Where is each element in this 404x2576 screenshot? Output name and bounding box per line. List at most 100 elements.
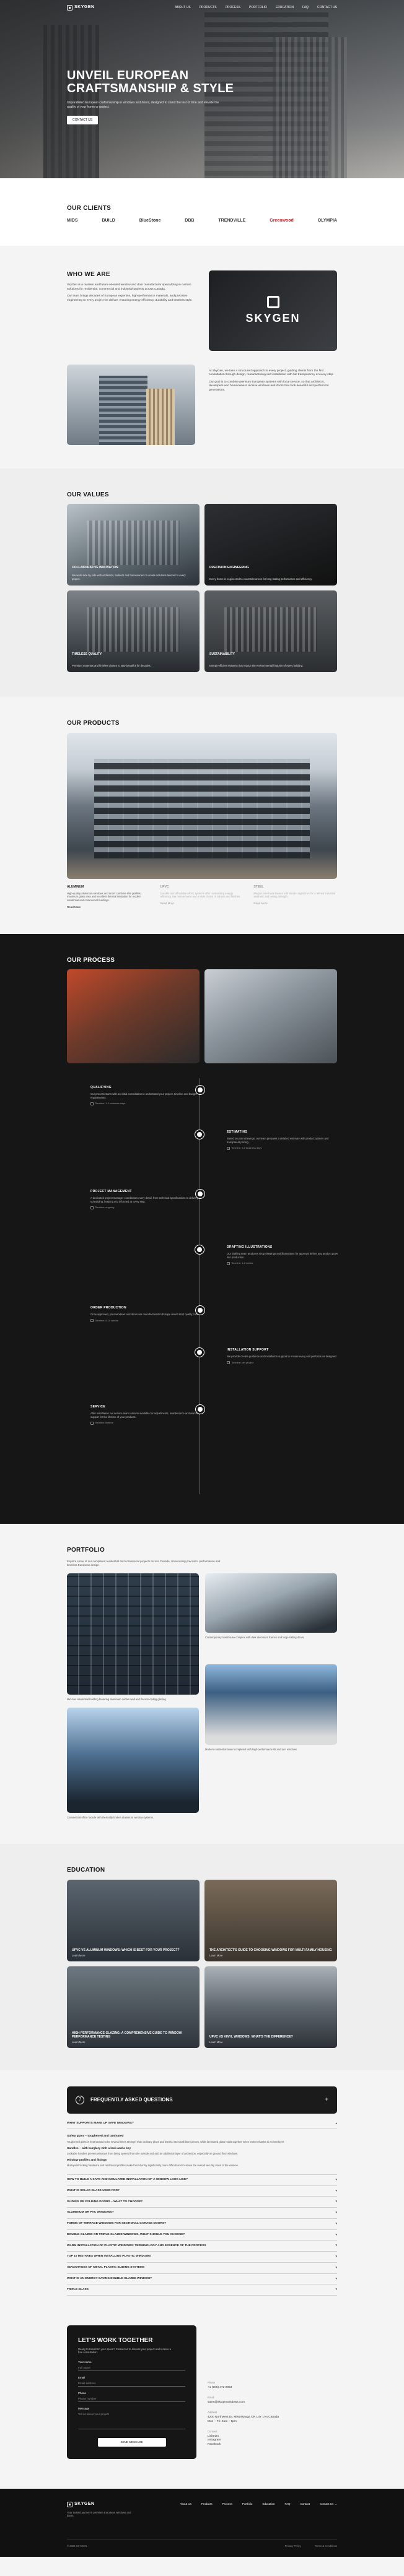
faq-question[interactable]: ALUMINIUM OR PVC WINDOWS? ▾ — [67, 2208, 337, 2219]
timeline-step: DRAFTING ILLUSTRATIONS Our drafting team… — [195, 1245, 338, 1265]
footer-link[interactable]: Process — [222, 2502, 232, 2506]
logo-icon — [67, 2501, 72, 2507]
faq-answer-heading: Handles – with burglary with a lock and … — [67, 2146, 131, 2150]
footer-link[interactable]: Contact — [300, 2502, 310, 2506]
process-section: OUR PROCESS QUALIFYING Our process start… — [0, 933, 404, 1524]
faq-question[interactable]: WHAT IS SOLAR GLASS USED FOR? ▾ — [67, 2186, 337, 2197]
faq-question[interactable]: ADVANTAGES OF METAL PLASTIC SLIDING SYST… — [67, 2263, 337, 2274]
message-field[interactable]: Tell us about your project — [78, 2411, 185, 2430]
brand-mark-icon — [266, 295, 279, 308]
copyright: © 2024 SKYGEN — [67, 2544, 87, 2548]
nav-item-products[interactable]: PRODUCTS — [200, 6, 217, 10]
who-paragraph: SkyGen is a modern and future-oriented w… — [67, 283, 191, 291]
values-section: OUR VALUES COLLABORATIVE INNOVATION We w… — [0, 468, 404, 698]
contact-phone[interactable]: +1 (905) 472 9953 — [208, 2386, 337, 2390]
step-text: Our drafting team produces shop drawings… — [227, 1252, 338, 1259]
footer-contact-link[interactable]: Contact Us → — [320, 2502, 337, 2506]
product-tab-steel[interactable]: STEEL Elegant steel-look frames with sle… — [253, 885, 337, 909]
faq-question[interactable]: WARM INSTALLATION OF PLASTIC WINDOWS: TE… — [67, 2241, 337, 2252]
education-learn-more[interactable]: Learn More — [209, 1954, 222, 1958]
email-field[interactable]: Email address — [78, 2380, 185, 2387]
product-read-more[interactable]: Read More — [67, 905, 151, 909]
step-text: Once approved, your windows and doors ar… — [90, 1313, 202, 1316]
hero-contact-button[interactable]: CONTACT US — [67, 115, 99, 125]
chevron-up-icon: ▴ — [335, 2121, 337, 2125]
privacy-link[interactable]: Privacy Policy — [285, 2544, 301, 2548]
education-card[interactable]: HIGH PERFORMANCE GLAZING: A COMPREHENSIV… — [67, 1966, 200, 2048]
send-message-button[interactable]: SEND MESSAGE — [97, 2438, 166, 2447]
faq-header[interactable]: ? FREQUENTLY ASKED QUESTIONS + — [67, 2086, 337, 2114]
step-title: PROJECT MANAGEMENT — [90, 1190, 132, 1194]
education-card[interactable]: THE ARCHITECT'S GUIDE TO CHOOSING WINDOW… — [204, 1879, 337, 1961]
logo-icon — [67, 4, 72, 11]
faq-question-open[interactable]: WHAT SUPPORTS MAKE UP SAFE WINDOWS? ▴ — [67, 2119, 337, 2130]
value-card[interactable]: PRECISION ENGINEERING Every frame is eng… — [204, 504, 337, 586]
name-field[interactable]: Full name — [78, 2364, 185, 2372]
product-name: ALUMINUM — [67, 884, 84, 889]
footer-link[interactable]: About Us — [180, 2502, 191, 2506]
faq-question[interactable]: TOP 10 MISTAKES WHEN INSTALLING PLASTIC … — [67, 2252, 337, 2263]
faq-question[interactable]: DOUBLE-GLAZED OR TRIPLE-GLAZED WINDOWS, … — [67, 2230, 337, 2241]
nav-item-contact[interactable]: CONTACT US — [317, 6, 337, 10]
nav-item-portfolio[interactable]: PORTFOLIO — [249, 6, 267, 10]
social-link-facebook[interactable]: Facebook — [208, 2443, 337, 2447]
portfolio-photo[interactable] — [67, 1573, 199, 1695]
faq-question[interactable]: WHAT IS AN ENERGY-SAVING DOUBLE-GLAZED W… — [67, 2274, 337, 2285]
logo[interactable]: SKYGEN — [67, 4, 95, 11]
who-building-photo — [67, 364, 195, 445]
value-card[interactable]: SUSTAINABILITY Energy-efficient systems … — [204, 590, 337, 673]
footer-logo[interactable]: SKYGEN — [67, 2501, 135, 2507]
education-title: EDUCATION — [67, 1867, 105, 1874]
education-card[interactable]: UPVC VS ALUMINUM WINDOWS: WHICH IS BEST … — [67, 1879, 200, 1961]
product-tab-aluminum[interactable]: ALUMINUM High-quality aluminum windows a… — [67, 885, 151, 909]
faq-answer-text: Multi-point locking hardware and reinfor… — [67, 2164, 239, 2168]
portfolio-title: PORTFOLIO — [67, 1547, 105, 1554]
education-section: EDUCATION UPVC VS ALUMINUM WINDOWS: WHIC… — [0, 1844, 404, 2070]
who-paragraph: Our goal is to combine premium European … — [209, 380, 329, 392]
terms-link[interactable]: Terms & Conditions — [315, 2544, 337, 2548]
value-label: COLLABORATIVE INNOVATION — [72, 565, 118, 569]
footer-link[interactable]: Portfolio — [242, 2502, 253, 2506]
contact-email[interactable]: sales@skygenwindows.com — [208, 2401, 337, 2405]
product-read-more[interactable]: Read More — [160, 902, 244, 905]
question-icon: ? — [76, 2095, 84, 2104]
faq-answer-heading: Safety glass – toughened and laminated — [67, 2135, 124, 2138]
footer-link[interactable]: Education — [262, 2502, 274, 2506]
product-read-more[interactable]: Read More — [253, 902, 337, 905]
timeline-step: QUALIFYING Our process starts with an in… — [90, 1086, 204, 1105]
clients-title: OUR CLIENTS — [67, 205, 112, 212]
footer-link[interactable]: FAQ — [284, 2502, 290, 2506]
calendar-icon — [227, 1361, 230, 1365]
phone-field[interactable]: Phone number — [78, 2395, 185, 2403]
faq-answer: Safety glass – toughened and laminated T… — [67, 2129, 337, 2175]
portfolio-caption: Contemporary townhouse complex with dark… — [205, 1635, 305, 1639]
education-learn-more[interactable]: Learn More — [209, 2041, 222, 2044]
product-tab-upvc[interactable]: UPVC Durable and affordable uPVC systems… — [160, 885, 244, 909]
faq-question-text: DOUBLE-GLAZED OR TRIPLE-GLAZED WINDOWS, … — [67, 2232, 185, 2236]
portfolio-photo[interactable] — [205, 1573, 337, 1633]
step-timeline: Timeline: ongoing — [95, 1206, 115, 1209]
faq-question[interactable]: SLIDING OR FOLDING DOORS – WHAT TO CHOOS… — [67, 2197, 337, 2208]
portfolio-photo[interactable] — [205, 1664, 337, 1745]
footer-link[interactable]: Products — [201, 2502, 213, 2506]
nav-item-faq[interactable]: FAQ — [302, 6, 309, 10]
chevron-down-icon: ▾ — [335, 2189, 337, 2193]
nav-item-education[interactable]: EDUCATION — [276, 6, 294, 10]
portfolio-photo[interactable] — [67, 1707, 199, 1813]
value-card[interactable]: TIMELESS QUALITY Premium materials and f… — [67, 590, 200, 673]
timeline-step: PROJECT MANAGEMENT A dedicated project m… — [90, 1190, 204, 1209]
value-card[interactable]: COLLABORATIVE INNOVATION We work side by… — [67, 504, 200, 586]
faq-question[interactable]: FORMS OF TERRACE WINDOWS FOR SECTIONAL G… — [67, 2219, 337, 2230]
education-learn-more[interactable]: Learn More — [72, 1954, 85, 1958]
education-card[interactable]: UPVC VS VINYL WINDOWS: WHAT'S THE DIFFER… — [204, 1966, 337, 2048]
faq-question[interactable]: TRIPLE GLASS ▾ — [67, 2284, 337, 2296]
nav-item-about[interactable]: ABOUT US — [175, 6, 190, 10]
faq-title: FREQUENTLY ASKED QUESTIONS — [90, 2097, 173, 2103]
calendar-icon — [90, 1206, 94, 1209]
calendar-icon — [90, 1319, 94, 1323]
plus-icon[interactable]: + — [325, 2096, 328, 2104]
step-timeline: Timeline: 6-10 weeks — [95, 1318, 118, 1322]
nav-item-process[interactable]: PROCESS — [226, 6, 240, 10]
education-learn-more[interactable]: Learn More — [72, 2041, 85, 2044]
faq-question[interactable]: HOW TO BUILD A SAFE AND INSULATED INSTAL… — [67, 2175, 337, 2186]
